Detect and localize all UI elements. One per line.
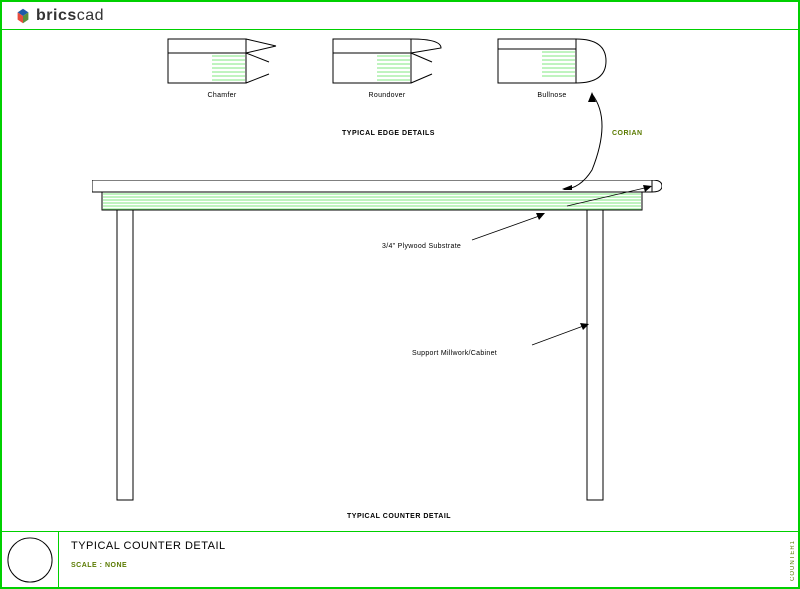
chamfer-profile-svg	[167, 38, 277, 88]
plywood-annotation: 3/4" Plywood Substrate	[382, 243, 461, 250]
drawing-title: TYPICAL COUNTER DETAIL	[71, 540, 786, 552]
edge-profile-roundover: Roundover	[332, 38, 442, 99]
support-annotation: Support Millwork/Cabinet	[412, 350, 497, 357]
bullnose-profile-svg	[497, 38, 607, 88]
title-block: TYPICAL COUNTER DETAIL SCALE : NONE	[2, 531, 798, 587]
chamfer-label: Chamfer	[167, 92, 277, 99]
header-bar: bricscad	[2, 2, 798, 30]
counter-detail-title: TYPICAL COUNTER DETAIL	[347, 513, 451, 520]
edge-details-title: TYPICAL EDGE DETAILS	[342, 130, 435, 137]
drawing-scale: SCALE : NONE	[71, 562, 786, 569]
counter-section-svg	[92, 180, 662, 510]
corian-annotation: CORIAN	[612, 130, 643, 137]
app-logo: bricscad	[14, 7, 104, 25]
drawing-id-label: COUNTER1	[790, 540, 796, 581]
roundover-profile-svg	[332, 38, 442, 88]
detail-marker	[2, 532, 58, 588]
bricscad-logo-icon	[14, 7, 32, 25]
roundover-label: Roundover	[332, 92, 442, 99]
drawing-canvas: Chamfer Roundover	[2, 30, 798, 529]
edge-profile-chamfer: Chamfer	[167, 38, 277, 99]
title-text-area: TYPICAL COUNTER DETAIL SCALE : NONE	[58, 532, 798, 587]
app-name: bricscad	[36, 7, 104, 25]
corian-leader-line	[562, 90, 622, 190]
